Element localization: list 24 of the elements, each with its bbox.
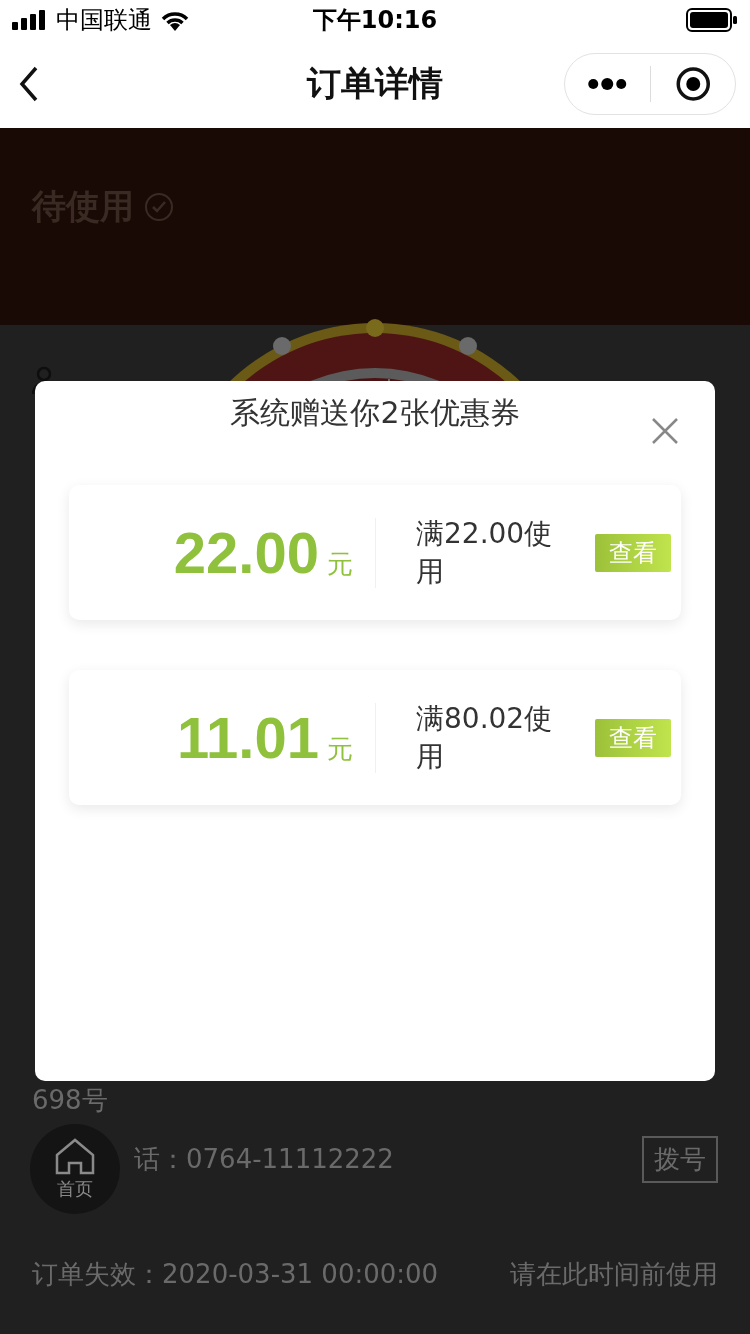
coupon-amount: 22.00: [173, 519, 319, 586]
battery-icon: [686, 8, 738, 32]
home-button[interactable]: 首页: [30, 1124, 120, 1214]
clock-time: 下午10:16: [312, 6, 438, 34]
store-address: 698号: [32, 1084, 108, 1117]
carrier-name: 中国联通: [56, 5, 152, 36]
close-icon[interactable]: [651, 417, 679, 445]
coupon-amount: 11.01: [177, 704, 319, 771]
wifi-icon: [160, 9, 190, 31]
signal-icon: [12, 10, 48, 30]
store-phone: 话：0764-11112222: [134, 1143, 394, 1176]
view-button[interactable]: 查看: [595, 718, 671, 757]
dial-button[interactable]: 拨号: [642, 1136, 718, 1183]
currency-unit: 元: [327, 733, 353, 766]
coupon-condition: 满22.00使用: [416, 515, 554, 590]
page-title: 订单详情: [307, 63, 443, 103]
coupon-condition: 满80.02使用: [416, 700, 554, 775]
currency-unit: 元: [327, 548, 353, 581]
expiry-hint: 请在此时间前使用: [510, 1258, 718, 1291]
dialog-title: 系统赠送你2张优惠券: [230, 395, 520, 430]
check-circle-icon: [144, 192, 174, 222]
home-icon: [54, 1137, 96, 1175]
expiry-time: 订单失效：2020-03-31 00:00:00: [32, 1258, 439, 1291]
view-button[interactable]: 查看: [595, 533, 671, 572]
